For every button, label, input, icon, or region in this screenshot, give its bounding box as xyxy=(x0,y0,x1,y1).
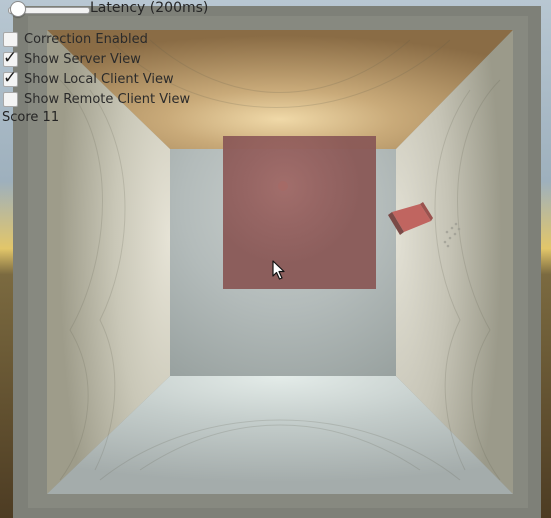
server-view-square xyxy=(223,136,376,289)
toggle-show-remote-client-view[interactable]: Show Remote Client View xyxy=(3,90,190,108)
toggle-label: Show Server View xyxy=(24,51,141,67)
checkbox[interactable] xyxy=(3,91,18,107)
check-icon: ✓ xyxy=(3,67,18,88)
latency-slider[interactable] xyxy=(6,1,90,17)
checkbox[interactable] xyxy=(3,31,18,47)
checkbox[interactable]: ✓ xyxy=(3,48,18,68)
toggle-show-local-client-view[interactable]: ✓ Show Local Client View xyxy=(3,68,174,88)
server-view-center-dot xyxy=(278,181,288,191)
toggle-correction-enabled[interactable]: Correction Enabled xyxy=(3,30,148,48)
checkbox[interactable]: ✓ xyxy=(3,68,18,88)
latency-slider-thumb[interactable] xyxy=(10,1,27,17)
toggle-label: Show Remote Client View xyxy=(24,91,191,107)
toggle-label: Show Local Client View xyxy=(24,71,174,87)
toggle-show-server-view[interactable]: ✓ Show Server View xyxy=(3,48,141,68)
check-icon: ✓ xyxy=(3,47,18,68)
toggle-label: Correction Enabled xyxy=(24,31,148,47)
